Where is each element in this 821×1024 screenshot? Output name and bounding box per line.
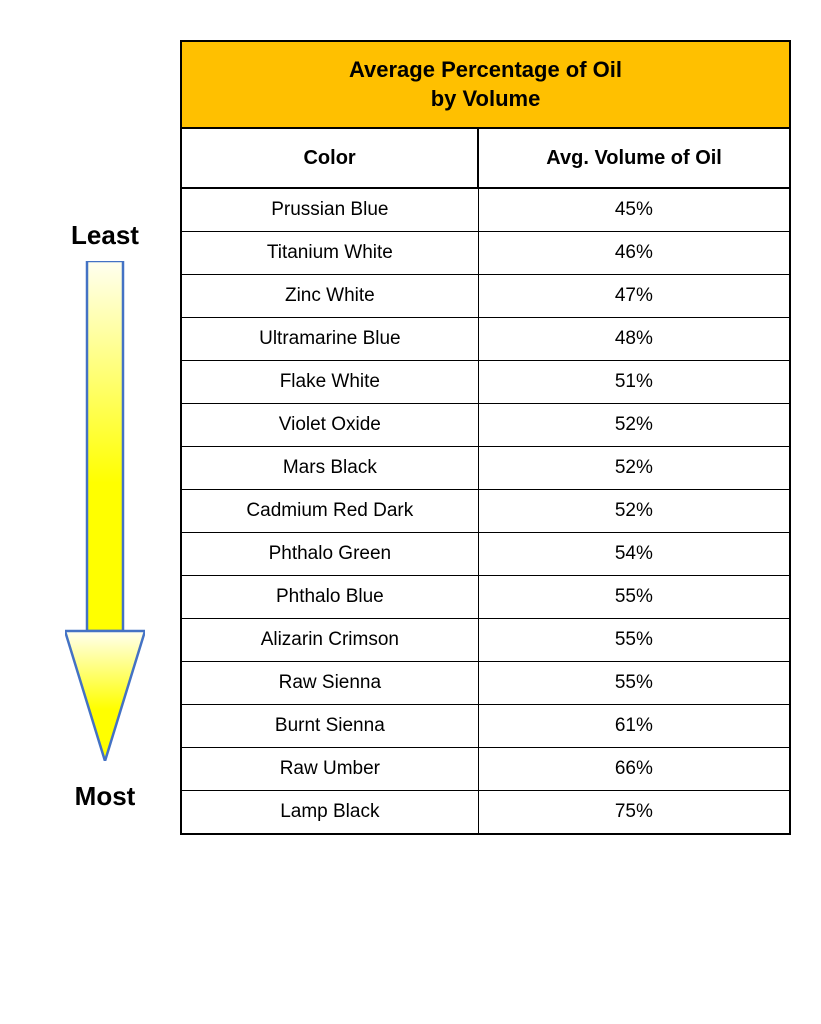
- value-cell: 52%: [478, 490, 790, 533]
- table-row: Phthalo Green54%: [181, 533, 790, 576]
- table-row: Lamp Black75%: [181, 791, 790, 835]
- table-row: Titanium White46%: [181, 232, 790, 275]
- value-cell: 52%: [478, 447, 790, 490]
- value-cell: 55%: [478, 576, 790, 619]
- table-row: Prussian Blue45%: [181, 188, 790, 232]
- color-header: Color: [181, 128, 478, 188]
- table-row: Burnt Sienna61%: [181, 705, 790, 748]
- value-cell: 47%: [478, 275, 790, 318]
- value-cell: 46%: [478, 232, 790, 275]
- table-row: Raw Umber66%: [181, 748, 790, 791]
- value-cell: 48%: [478, 318, 790, 361]
- color-cell: Raw Umber: [181, 748, 478, 791]
- color-cell: Mars Black: [181, 447, 478, 490]
- color-cell: Prussian Blue: [181, 188, 478, 232]
- table-row: Zinc White47%: [181, 275, 790, 318]
- page-container: Least Most: [0, 20, 821, 855]
- table-row: Mars Black52%: [181, 447, 790, 490]
- table-row: Ultramarine Blue48%: [181, 318, 790, 361]
- table-row: Raw Sienna55%: [181, 662, 790, 705]
- color-cell: Phthalo Blue: [181, 576, 478, 619]
- value-cell: 54%: [478, 533, 790, 576]
- left-sidebar: Least Most: [30, 40, 180, 812]
- color-cell: Phthalo Green: [181, 533, 478, 576]
- table-title: Average Percentage of Oilby Volume: [181, 41, 790, 128]
- value-cell: 66%: [478, 748, 790, 791]
- avg-volume-header: Avg. Volume of Oil: [478, 128, 790, 188]
- least-label: Least: [71, 220, 139, 251]
- table-row: Phthalo Blue55%: [181, 576, 790, 619]
- value-cell: 61%: [478, 705, 790, 748]
- value-cell: 55%: [478, 619, 790, 662]
- color-cell: Ultramarine Blue: [181, 318, 478, 361]
- table-row: Alizarin Crimson55%: [181, 619, 790, 662]
- arrow-container: [65, 261, 145, 761]
- value-cell: 75%: [478, 791, 790, 835]
- color-cell: Cadmium Red Dark: [181, 490, 478, 533]
- color-cell: Alizarin Crimson: [181, 619, 478, 662]
- color-cell: Flake White: [181, 361, 478, 404]
- most-label: Most: [75, 781, 136, 812]
- value-cell: 52%: [478, 404, 790, 447]
- table-container: Average Percentage of Oilby Volume Color…: [180, 40, 791, 835]
- gradient-arrow-icon: [65, 261, 145, 761]
- value-cell: 45%: [478, 188, 790, 232]
- color-cell: Raw Sienna: [181, 662, 478, 705]
- value-cell: 51%: [478, 361, 790, 404]
- table-row: Violet Oxide52%: [181, 404, 790, 447]
- color-cell: Lamp Black: [181, 791, 478, 835]
- color-cell: Violet Oxide: [181, 404, 478, 447]
- table-row: Flake White51%: [181, 361, 790, 404]
- oil-table: Average Percentage of Oilby Volume Color…: [180, 40, 791, 835]
- table-row: Cadmium Red Dark52%: [181, 490, 790, 533]
- color-cell: Titanium White: [181, 232, 478, 275]
- color-cell: Zinc White: [181, 275, 478, 318]
- color-cell: Burnt Sienna: [181, 705, 478, 748]
- value-cell: 55%: [478, 662, 790, 705]
